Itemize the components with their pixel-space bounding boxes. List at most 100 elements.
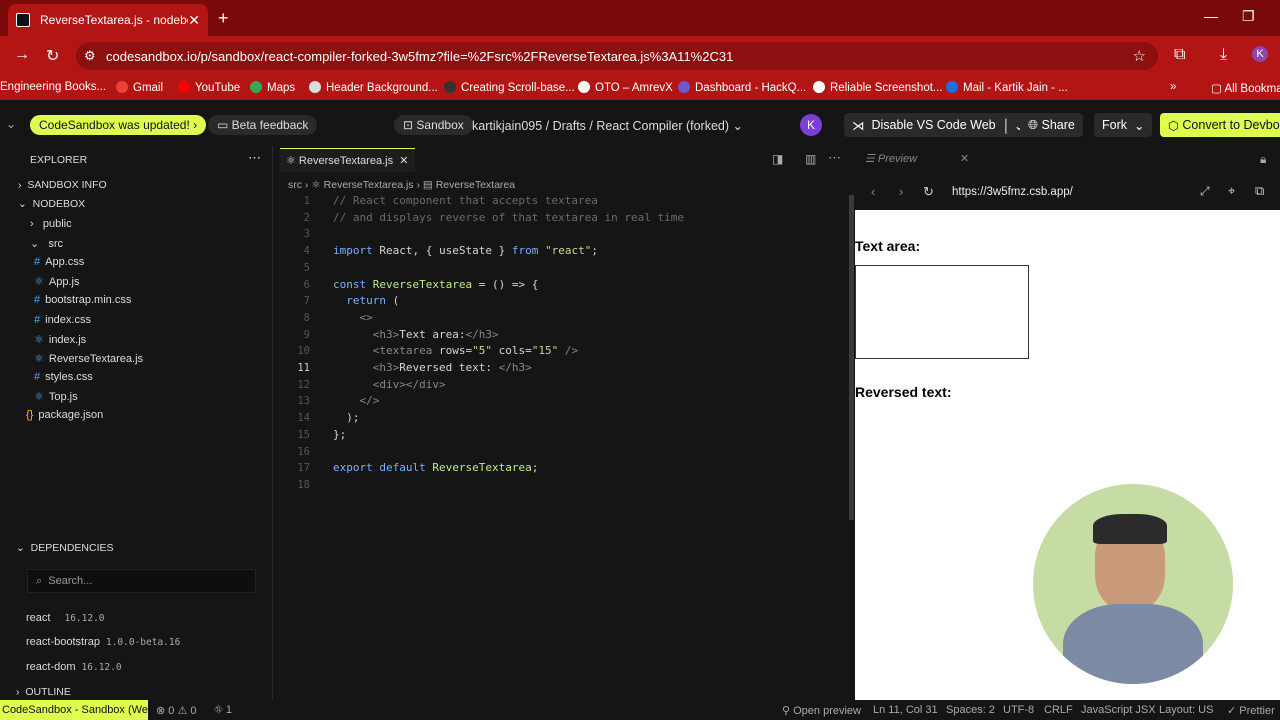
dependencies-section[interactable]: ⌄ DEPENDENCIES	[16, 542, 114, 554]
dependency-item[interactable]: react-dom 16.12.0	[26, 661, 122, 673]
code-line[interactable]: <h3>Reversed text: </h3>	[333, 361, 532, 374]
code-line[interactable]: // React component that accepts textarea	[333, 194, 598, 207]
cursor-position[interactable]: Ln 11, Col 31	[873, 704, 938, 716]
remote-indicator[interactable]: CodeSandbox - Sandbox (Web)	[0, 700, 148, 720]
site-info-icon[interactable]: ⚙	[84, 48, 96, 64]
extensions-icon[interactable]: ⧉	[1174, 46, 1185, 64]
beta-feedback-button[interactable]: ▭ Beta feedback	[208, 115, 318, 135]
editor-breadcrumb[interactable]: src › ⚛ ReverseTextarea.js › ▤ ReverseTe…	[288, 179, 515, 191]
layout-icon[interactable]: ▥	[805, 152, 816, 166]
file-item[interactable]: # App.css	[34, 256, 84, 268]
bookmark-item[interactable]: Gmail	[116, 81, 163, 94]
open-external-icon[interactable]: ⧉	[1255, 183, 1264, 199]
new-tab-icon[interactable]: +	[218, 8, 229, 29]
code-line[interactable]: };	[333, 428, 346, 441]
close-tab-icon[interactable]: ✕	[188, 12, 200, 29]
encoding[interactable]: UTF-8	[1003, 704, 1034, 716]
more-bookmarks-icon[interactable]: »	[1170, 81, 1176, 93]
nodebox-section[interactable]: ⌄ NODEBOX	[18, 198, 85, 210]
bookmark-item[interactable]: OTO – AmrevX	[578, 81, 673, 94]
lock-icon[interactable]: 🔒︎	[1260, 152, 1266, 167]
folder-public[interactable]: › public	[30, 218, 72, 230]
open-preview-button[interactable]: ⚲ Open preview	[782, 704, 861, 717]
preview-tab[interactable]: ☰ Preview ✕	[865, 152, 969, 165]
all-bookmarks[interactable]: ▢ All Bookmarks	[1211, 81, 1280, 95]
url-bar[interactable]: ⚙ codesandbox.io/p/sandbox/react-compile…	[76, 42, 1158, 70]
line-number: 1	[303, 195, 310, 207]
code-line[interactable]: </>	[333, 394, 380, 407]
fork-button[interactable]: Fork ⌄	[1094, 113, 1153, 137]
editor-tab[interactable]: ⚛ ReverseTextarea.js ✕	[280, 148, 415, 172]
line-number: 16	[297, 445, 310, 458]
ports-indicator[interactable]: ⛗ 1	[214, 704, 232, 717]
preview-forward-icon[interactable]: ›	[899, 184, 903, 199]
file-item-active[interactable]: ⚛ ReverseTextarea.js	[34, 352, 143, 365]
indentation[interactable]: Spaces: 2	[946, 704, 995, 716]
file-item[interactable]: ⚛ index.js	[34, 333, 86, 346]
folder-src[interactable]: ⌄ src	[30, 237, 63, 250]
download-icon[interactable]: ⤓	[1220, 46, 1227, 64]
code-line[interactable]: <textarea rows="5" cols="15" />	[333, 344, 578, 357]
code-line[interactable]: // and displays reverse of that textarea…	[333, 211, 684, 224]
code-line[interactable]: export default ReverseTextarea;	[333, 461, 538, 474]
minimize-icon[interactable]: —	[1204, 8, 1218, 24]
code-line[interactable]: <h3>Text area:</h3>	[333, 328, 499, 341]
bookmark-item[interactable]: Maps	[250, 81, 295, 94]
sandbox-info-section[interactable]: › SANDBOX INFO	[18, 179, 107, 191]
editor-more-icon[interactable]: ⋯	[828, 150, 841, 166]
bookmark-item[interactable]: YouTube	[178, 81, 240, 94]
file-item[interactable]: # bootstrap.min.css	[34, 294, 131, 306]
more-actions-icon[interactable]: ⋯	[248, 150, 261, 166]
bookmarks-bar: Engineering Books... Gmail YouTube Maps …	[0, 76, 1280, 100]
browser-tab[interactable]: ReverseTextarea.js - nodebox - C ✕	[8, 4, 208, 36]
file-item[interactable]: {} package.json	[26, 409, 103, 421]
share-button[interactable]: 🌐︎ Share	[1020, 113, 1083, 137]
file-item[interactable]: # styles.css	[34, 371, 93, 383]
file-item[interactable]: ⚛ App.js	[34, 275, 79, 288]
preview-back-icon[interactable]: ‹	[871, 184, 875, 199]
code-line[interactable]: import React, { useState } from "react";	[333, 244, 598, 257]
outline-section[interactable]: › OUTLINE	[16, 686, 71, 698]
devtools-icon[interactable]: ⤢	[1200, 184, 1210, 199]
back-icon[interactable]: →	[14, 46, 30, 64]
line-number: 3	[303, 228, 310, 241]
updated-badge[interactable]: CodeSandbox was updated! ›	[30, 115, 207, 135]
target-icon[interactable]: ⌖	[1228, 183, 1235, 199]
menu-chevron-icon[interactable]: ⌄	[6, 117, 16, 131]
preview-textarea[interactable]	[855, 265, 1029, 359]
bookmark-item[interactable]: Engineering Books...	[0, 81, 106, 93]
code-line[interactable]: return (	[333, 294, 399, 307]
dependency-item[interactable]: react-bootstrap 1.0.0-beta.16	[26, 636, 180, 648]
disable-vscode-button[interactable]: ⋊ Disable VS Code Web │ ⌄	[844, 113, 1033, 137]
close-editor-tab-icon[interactable]: ✕	[399, 155, 408, 167]
preview-reload-icon[interactable]: ↻	[923, 184, 934, 200]
code-line[interactable]: const ReverseTextarea = () => {	[333, 278, 538, 291]
bookmark-item[interactable]: Reliable Screenshot...	[813, 81, 943, 94]
code-line[interactable]: <>	[333, 311, 373, 324]
prettier-status[interactable]: ✓ Prettier	[1227, 704, 1275, 717]
keyboard-layout[interactable]: Layout: US	[1159, 704, 1213, 716]
dependency-search-input[interactable]: ⌕ Search...	[27, 569, 256, 593]
problems-indicator[interactable]: ⊗ 0 ⚠ 0	[156, 704, 196, 717]
maximize-icon[interactable]: ❐	[1242, 8, 1255, 25]
bookmark-item[interactable]: Header Background...	[309, 81, 438, 94]
file-item[interactable]: ⚛ Top.js	[34, 390, 78, 403]
editor-scrollbar[interactable]	[849, 195, 854, 520]
file-item[interactable]: # index.css	[34, 314, 91, 326]
code-line[interactable]: );	[333, 411, 359, 424]
bookmark-item[interactable]: Dashboard - HackQ...	[678, 81, 806, 94]
bookmark-star-icon[interactable]: ☆	[1133, 47, 1146, 65]
language-mode[interactable]: JavaScript JSX	[1081, 704, 1156, 716]
bookmark-item[interactable]: Creating Scroll-base...	[444, 81, 575, 94]
breadcrumb[interactable]: kartikjain095 / Drafts / React Compiler …	[472, 118, 743, 133]
preview-url-input[interactable]: https://3w5fmz.csb.app/	[952, 186, 1073, 198]
convert-devbox-button[interactable]: ⬡ Convert to Devbox	[1160, 113, 1280, 137]
avatar[interactable]: K	[800, 114, 822, 136]
split-editor-icon[interactable]: ◨	[772, 152, 783, 166]
dependency-item[interactable]: react 16.12.0	[26, 612, 105, 624]
line-ending[interactable]: CRLF	[1044, 704, 1073, 716]
profile-avatar[interactable]: K	[1252, 46, 1268, 62]
reload-icon[interactable]: ↻	[46, 46, 59, 66]
bookmark-item[interactable]: Mail - Kartik Jain - ...	[946, 81, 1068, 94]
code-line[interactable]: <div></div>	[333, 378, 446, 391]
